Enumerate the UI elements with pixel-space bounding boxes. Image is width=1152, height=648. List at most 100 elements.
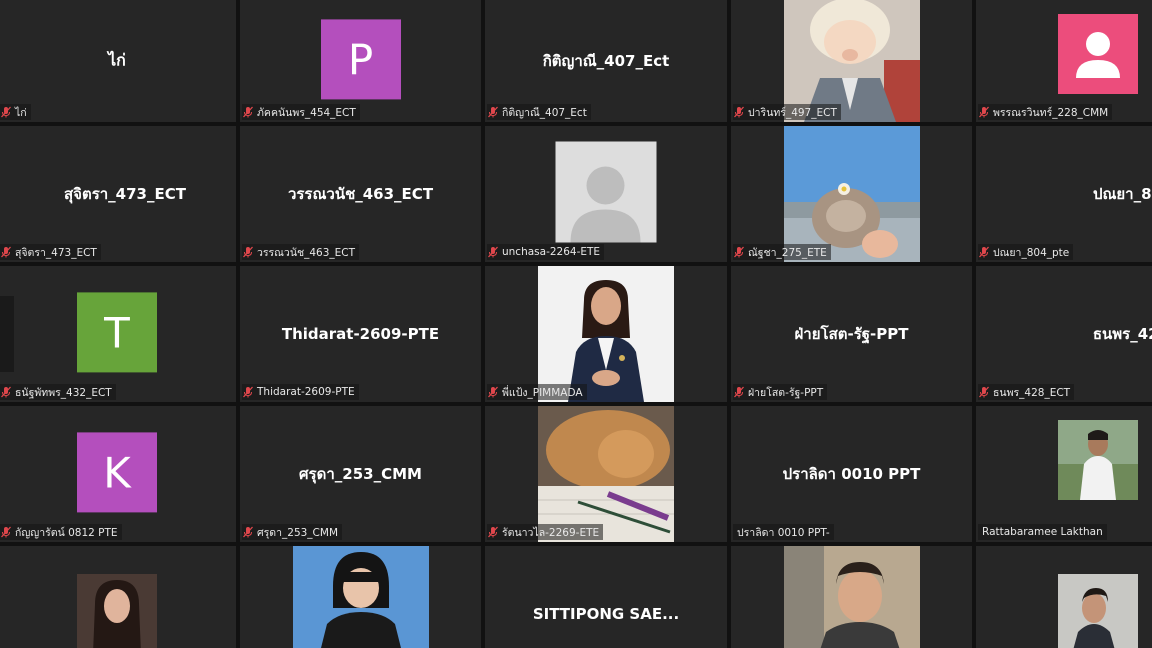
participant-tile[interactable]: Rattabaramee Lakthan [976,406,1152,542]
participant-tile[interactable]: ปณยา_804_pte ปณยา_804_pte [976,126,1152,262]
participant-tile[interactable]: T ธนัฐพัทพร_432_ECT [0,266,236,402]
participant-tile[interactable]: ปราลิดา 0010 PPT ปราลิดา 0010 PPT- [731,406,972,542]
avatar: K [77,432,157,513]
participant-footer: ธนัฐพัทพร_432_ECT [0,384,116,400]
user-silhouette-icon [570,166,641,243]
participant-name: unchasa-2264-ETE [502,246,601,258]
mic-muted-icon [0,246,12,258]
mic-muted-icon [0,386,12,398]
side-strip [0,296,14,372]
participant-display-name: SITTIPONG SAE... [532,605,680,623]
mic-muted-icon [242,106,254,118]
participant-tile[interactable]: SITTIPONG SAE... [485,546,727,648]
participant-tile[interactable]: unchasa-2264-ETE [485,126,727,262]
participant-display-name: ศรุดา_253_CMM [299,465,422,483]
participant-display-name: วรรณวนัช_463_ECT [287,185,434,203]
participant-footer: สุจิตรา_473_ECT [0,244,101,260]
participant-display-name: ปราลิดา 0010 PPT [782,465,921,483]
participant-tile[interactable]: พรรณรวินทร์_228_CMM [976,0,1152,122]
mic-muted-icon [733,246,745,258]
participant-name: รัตนาวไล-2269-ETE [502,526,600,539]
field-portrait-photo [1058,420,1138,500]
participant-name: ฝ่ายโสต-รัฐ-PPT [748,386,824,399]
participant-footer: ภัคคนันพร_454_ECT [242,104,360,120]
participant-tile[interactable] [731,546,972,648]
participant-name: ธนพร_428_ECT [993,386,1071,399]
participant-tile[interactable]: วรรณวนัช_463_ECT วรรณวนัช_463_ECT [240,126,481,262]
participant-tile[interactable]: ฝ่ายโสต-รัฐ-PPT ฝ่ายโสต-รัฐ-PPT [731,266,972,402]
participant-tile[interactable]: ปารินทร์_497_ECT [731,0,972,122]
participant-footer: พรรณรวินทร์_228_CMM [978,104,1113,120]
participant-tile[interactable] [976,546,1152,648]
mic-muted-icon [487,246,499,258]
participant-name: ไก่ [15,106,27,119]
avatar [1058,14,1138,94]
portrait-photo [538,266,674,402]
participant-name: ณัฐชา_275_ETE [748,246,827,259]
participant-name: Rattabaramee Lakthan [982,526,1103,538]
participant-name: พี่แป้ง_PIMMADA [502,386,583,399]
participant-name: วรรณวนัช_463_ECT [257,246,356,259]
mic-muted-icon [487,106,499,118]
portrait-photo [292,546,429,648]
participant-footer: กัญญารัตน์ 0812 PTE [0,524,122,540]
participant-tile[interactable] [0,546,236,648]
mic-muted-icon [242,386,254,398]
participant-footer: ปารินทร์_497_ECT [733,104,841,120]
participant-display-name: กิติญาณี_407_Ect [542,52,670,70]
avatar-letter: P [347,34,374,84]
participant-footer: วรรณวนัช_463_ECT [242,244,360,260]
user-silhouette-icon [1076,32,1120,78]
mic-muted-icon [733,386,745,398]
video-grid: ไก่ ไก่ P ภัคคนันพร_454_ECT กิติญาณี_407… [0,0,1152,648]
mic-muted-icon [0,106,12,118]
mic-muted-icon [733,106,745,118]
participant-footer: Thidarat-2609-PTE [242,384,359,400]
portrait-photo [1058,574,1138,648]
participant-display-name: ธนพร_428_ECT [1092,325,1152,343]
participant-display-name: ปณยา_804_pte [1092,185,1152,203]
participant-tile[interactable]: ศรุดา_253_CMM ศรุดา_253_CMM [240,406,481,542]
mic-muted-icon [0,526,12,538]
participant-name: พรรณรวินทร์_228_CMM [993,106,1109,119]
participant-tile[interactable]: พี่แป้ง_PIMMADA [485,266,727,402]
participant-tile[interactable]: Thidarat-2609-PTE Thidarat-2609-PTE [240,266,481,402]
participant-tile[interactable]: P ภัคคนันพร_454_ECT [240,0,481,122]
participant-name: ธนัฐพัทพร_432_ECT [15,386,112,399]
participant-tile[interactable] [240,546,481,648]
mic-muted-icon [487,386,499,398]
participant-footer: Rattabaramee Lakthan [978,524,1107,540]
participant-display-name: ฝ่ายโสต-รัฐ-PPT [794,325,909,343]
participant-tile[interactable]: รัตนาวไล-2269-ETE [485,406,727,542]
mic-muted-icon [978,246,990,258]
participant-footer: ธนพร_428_ECT [978,384,1075,400]
participant-tile[interactable]: K กัญญารัตน์ 0812 PTE [0,406,236,542]
participant-name: ปารินทร์_497_ECT [748,106,837,119]
mic-muted-icon [487,526,499,538]
participant-name: กัญญารัตน์ 0812 PTE [15,526,118,539]
mic-muted-icon [978,386,990,398]
participant-footer: กิติญาณี_407_Ect [487,104,591,120]
participant-tile[interactable]: กิติญาณี_407_Ect กิติญาณี_407_Ect [485,0,727,122]
mic-muted-icon [242,526,254,538]
participant-name: ปราลิดา 0010 PPT- [737,526,830,539]
participant-footer: ศรุดา_253_CMM [242,524,343,540]
participant-display-name: Thidarat-2609-PTE [281,325,440,343]
participant-footer: ปณยา_804_pte [978,244,1074,260]
participant-footer: รัตนาวไล-2269-ETE [487,524,604,540]
mic-muted-icon [242,246,254,258]
avatar-letter: T [104,307,130,357]
participant-name: กิติญาณี_407_Ect [502,106,587,119]
participant-footer: ปราลิดา 0010 PPT- [733,524,834,540]
mic-muted-icon [978,106,990,118]
participant-footer: unchasa-2264-ETE [487,244,605,260]
participant-name: Thidarat-2609-PTE [257,386,355,398]
participant-footer: พี่แป้ง_PIMMADA [487,384,587,400]
portrait-photo [783,546,920,648]
participant-tile[interactable]: ธนพร_428_ECT ธนพร_428_ECT [976,266,1152,402]
participant-tile[interactable]: ณัฐชา_275_ETE [731,126,972,262]
participant-tile[interactable]: สุจิตรา_473_ECT สุจิตรา_473_ECT [0,126,236,262]
participant-tile[interactable]: ไก่ ไก่ [0,0,236,122]
participant-footer: ไก่ [0,104,31,120]
participant-name: ภัคคนันพร_454_ECT [257,106,356,119]
